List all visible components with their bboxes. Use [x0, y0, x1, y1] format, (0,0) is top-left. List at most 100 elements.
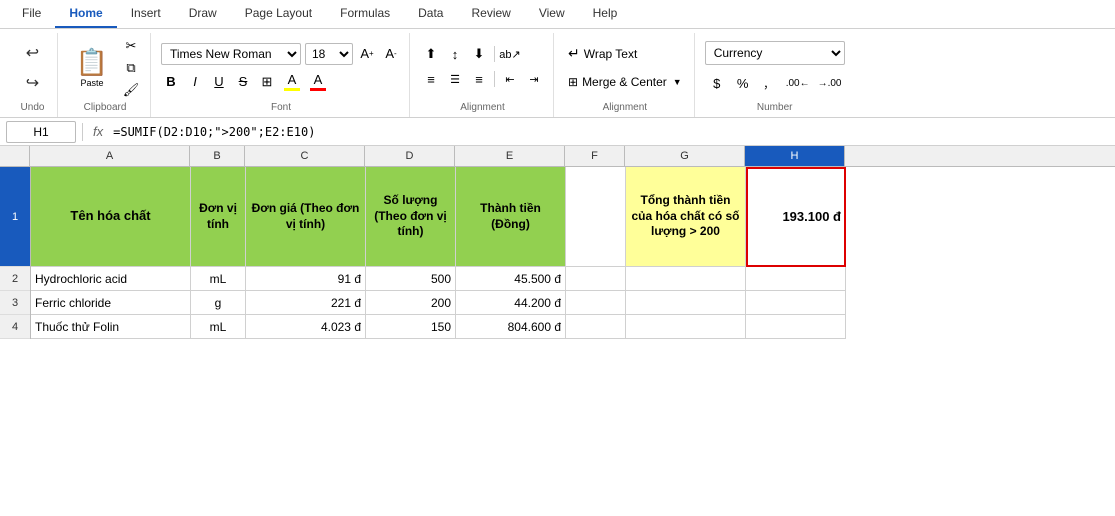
cell-h3[interactable] — [746, 291, 846, 315]
paste-icon: 📋 — [76, 47, 108, 78]
col-header-c[interactable]: C — [245, 146, 365, 166]
cell-e3[interactable]: 44.200 đ — [456, 291, 566, 315]
cell-b3[interactable]: g — [191, 291, 246, 315]
col-header-d[interactable]: D — [365, 146, 455, 166]
merge-center-button[interactable]: ⊞ Merge & Center ▼ — [564, 70, 686, 94]
cell-c1[interactable]: Đơn giá (Theo đơn vị tính) — [246, 167, 366, 267]
border-button[interactable]: ⊞ — [257, 71, 277, 93]
cell-d1[interactable]: Số lượng (Theo đơn vị tính) — [366, 167, 456, 267]
tab-review[interactable]: Review — [457, 0, 524, 28]
tab-view[interactable]: View — [525, 0, 579, 28]
cell-f1[interactable] — [566, 167, 626, 267]
col-header-g[interactable]: G — [625, 146, 745, 166]
row-header-1[interactable]: 1 — [0, 167, 30, 267]
cell-d3[interactable]: 200 — [366, 291, 456, 315]
tab-help[interactable]: Help — [579, 0, 632, 28]
font-name-select[interactable]: Times New Roman Arial Calibri — [161, 43, 301, 65]
increase-decimal-button[interactable]: →.00 — [815, 73, 845, 95]
cell-h1[interactable]: 193.100 đ — [746, 167, 846, 267]
cell-e2[interactable]: 45.500 đ — [456, 267, 566, 291]
cell-e1[interactable]: Thành tiền (Đồng) — [456, 167, 566, 267]
cell-h4[interactable] — [746, 315, 846, 339]
wrap-text-button[interactable]: ↵ Wrap Text — [564, 42, 686, 66]
cell-e4[interactable]: 804.600 đ — [456, 315, 566, 339]
cell-a1[interactable]: Tên hóa chất — [31, 167, 191, 267]
percent-button[interactable]: % — [731, 73, 755, 95]
cell-f2[interactable] — [566, 267, 626, 291]
col-header-e[interactable]: E — [455, 146, 565, 166]
alignment-group-label: Alignment — [460, 100, 504, 115]
cell-b4[interactable]: mL — [191, 315, 246, 339]
cell-g1-content: Tổng thành tiền của hóa chất có số lượng… — [630, 193, 741, 240]
cell-f4[interactable] — [566, 315, 626, 339]
decrease-indent-button[interactable]: ⇤ — [499, 69, 521, 89]
align-middle-button[interactable]: ↕ — [444, 44, 466, 64]
cell-a4[interactable]: Thuốc thử Folin — [31, 315, 191, 339]
decrease-decimal-button[interactable]: .00← — [783, 73, 813, 95]
text-angle-button[interactable]: ab↗ — [499, 44, 521, 64]
underline-button[interactable]: U — [209, 71, 229, 93]
cell-c3[interactable]: 221 đ — [246, 291, 366, 315]
fill-color-button[interactable]: A — [281, 71, 303, 93]
tab-draw[interactable]: Draw — [175, 0, 231, 28]
tab-home[interactable]: Home — [55, 0, 116, 28]
cell-a2-content: Hydrochloric acid — [35, 272, 127, 286]
tab-page-layout[interactable]: Page Layout — [231, 0, 326, 28]
cell-b3-content: g — [195, 296, 241, 310]
increase-font-button[interactable]: A+ — [357, 43, 377, 65]
cell-e3-content: 44.200 đ — [460, 296, 561, 310]
cell-c2[interactable]: 91 đ — [246, 267, 366, 291]
col-header-h[interactable]: H — [745, 146, 845, 166]
decrease-font-button[interactable]: A- — [381, 43, 401, 65]
cell-c2-content: 91 đ — [250, 272, 361, 286]
cell-a2[interactable]: Hydrochloric acid — [31, 267, 191, 291]
increase-indent-button[interactable]: ⇥ — [523, 69, 545, 89]
format-painter-button[interactable]: 🖌 — [120, 80, 142, 100]
italic-button[interactable]: I — [185, 71, 205, 93]
row-header-3[interactable]: 3 — [0, 291, 30, 315]
cut-button[interactable]: ✂ — [120, 36, 142, 56]
cell-a3[interactable]: Ferric chloride — [31, 291, 191, 315]
cell-b1[interactable]: Đơn vị tính — [191, 167, 246, 267]
paste-button[interactable]: 📋 Paste — [68, 36, 116, 100]
redo-button[interactable]: ↪ — [17, 69, 49, 97]
currency-button[interactable]: $ — [705, 73, 729, 95]
align-top-button[interactable]: ⬆ — [420, 44, 442, 64]
undo-button[interactable]: ↩ — [17, 39, 49, 67]
formula-input[interactable] — [113, 121, 1109, 143]
cell-b2[interactable]: mL — [191, 267, 246, 291]
comma-button[interactable]: ， — [757, 73, 781, 95]
cell-e2-content: 45.500 đ — [460, 272, 561, 286]
cell-d4[interactable]: 150 — [366, 315, 456, 339]
cell-g1[interactable]: Tổng thành tiền của hóa chất có số lượng… — [626, 167, 746, 267]
formula-bar: fx — [0, 118, 1115, 146]
tab-insert[interactable]: Insert — [117, 0, 175, 28]
cell-d2[interactable]: 500 — [366, 267, 456, 291]
copy-button[interactable]: ⧉ — [120, 58, 142, 78]
align-center-button[interactable]: ☰ — [444, 69, 466, 89]
cell-h2[interactable] — [746, 267, 846, 291]
col-header-f[interactable]: F — [565, 146, 625, 166]
col-header-a[interactable]: A — [30, 146, 190, 166]
strikethrough-button[interactable]: S — [233, 71, 253, 93]
tab-formulas[interactable]: Formulas — [326, 0, 404, 28]
bold-button[interactable]: B — [161, 71, 181, 93]
tab-data[interactable]: Data — [404, 0, 457, 28]
cell-reference-input[interactable] — [6, 121, 76, 143]
font-size-select[interactable]: 18 10 12 14 16 20 — [305, 43, 353, 65]
cell-g4[interactable] — [626, 315, 746, 339]
font-color-button[interactable]: A — [307, 71, 329, 93]
cell-g3[interactable] — [626, 291, 746, 315]
align-left-button[interactable]: ≡ — [420, 69, 442, 89]
align-bottom-button[interactable]: ⬇ — [468, 44, 490, 64]
row-header-4[interactable]: 4 — [0, 315, 30, 339]
cell-c4[interactable]: 4.023 đ — [246, 315, 366, 339]
row-header-2[interactable]: 2 — [0, 267, 30, 291]
align-right-button[interactable]: ≡ — [468, 69, 490, 89]
col-header-b[interactable]: B — [190, 146, 245, 166]
tab-file[interactable]: File — [8, 0, 55, 28]
number-format-select[interactable]: Currency General Number Percentage — [705, 41, 845, 65]
merge-dropdown-icon[interactable]: ▼ — [673, 77, 682, 87]
cell-g2[interactable] — [626, 267, 746, 291]
cell-f3[interactable] — [566, 291, 626, 315]
